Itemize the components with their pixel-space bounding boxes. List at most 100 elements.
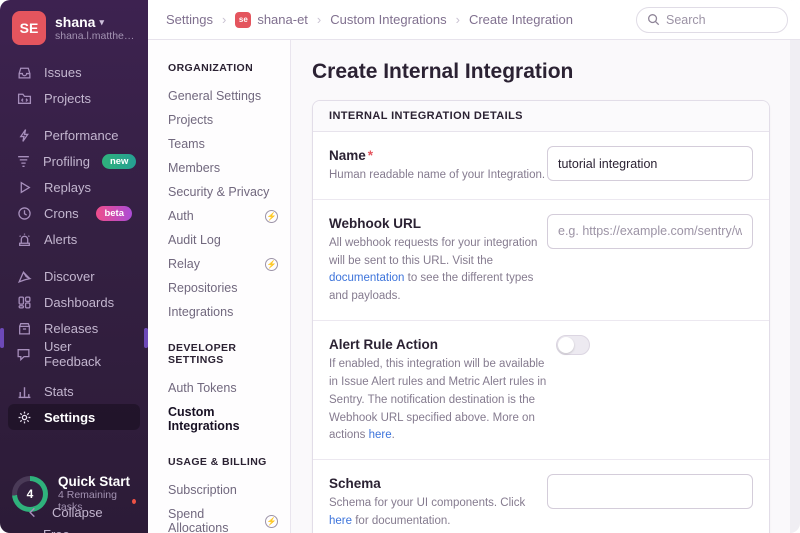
setnav-teams[interactable]: Teams <box>168 132 278 156</box>
avatar: SE <box>12 11 46 45</box>
webhook-url-help: All webhook requests for your integratio… <box>329 235 547 306</box>
setnav-spend-allocations[interactable]: Spend Allocations ⚡ <box>168 502 278 533</box>
setnav-projects[interactable]: Projects <box>168 108 278 132</box>
active-nav-indicator-left <box>0 328 4 348</box>
clock-icon <box>16 205 32 221</box>
search-input[interactable] <box>666 13 777 27</box>
inbox-icon <box>16 64 32 80</box>
gear-icon <box>16 409 32 425</box>
setnav-general-settings[interactable]: General Settings <box>168 84 278 108</box>
setnav-custom-integrations[interactable]: Custom Integrations <box>168 400 278 438</box>
user-name: shana <box>55 14 95 30</box>
sidebar-item-issues[interactable]: Issues <box>8 59 140 85</box>
sidebar-item-settings[interactable]: Settings <box>8 404 140 430</box>
search-icon <box>647 13 660 26</box>
compass-icon <box>16 268 32 284</box>
setnav-repositories[interactable]: Repositories <box>168 276 278 300</box>
setnav-integrations[interactable]: Integrations <box>168 300 278 324</box>
funnel-icon <box>16 153 31 169</box>
app-window: SE shana ▾ shana.l.matthews@… Issues Pro… <box>0 0 800 533</box>
chevron-left-icon <box>24 504 40 520</box>
schema-label: Schema <box>329 476 547 491</box>
sidebar-item-projects[interactable]: Projects <box>8 85 140 111</box>
topbar: Settings › se shana-et › Custom Integrat… <box>148 0 800 40</box>
schema-help: Schema for your UI components. Click her… <box>329 495 547 531</box>
sidebar-item-crons[interactable]: Crons beta <box>8 200 140 226</box>
required-asterisk: * <box>368 148 373 163</box>
webhook-url-input[interactable] <box>547 214 753 249</box>
sidebar-item-dashboards[interactable]: Dashboards <box>8 289 140 315</box>
integration-details-panel: INTERNAL INTEGRATION DETAILS Name* Human… <box>312 100 770 533</box>
breadcrumb: Settings › se shana-et › Custom Integrat… <box>166 12 573 28</box>
chevron-separator: › <box>456 12 460 27</box>
alert-rule-action-toggle[interactable] <box>556 335 590 355</box>
scrollbar[interactable] <box>790 40 800 533</box>
folder-code-icon <box>16 90 32 106</box>
field-row-webhook-url: Webhook URL All webhook requests for you… <box>313 199 769 320</box>
setnav-relay[interactable]: Relay ⚡ <box>168 252 278 276</box>
collapse-button[interactable]: Collapse <box>16 499 132 525</box>
name-label: Name <box>329 148 366 163</box>
sidebar-item-user-feedback[interactable]: User Feedback <box>8 341 140 367</box>
breadcrumb-create-integration[interactable]: Create Integration <box>469 12 573 27</box>
chevron-separator: › <box>222 12 226 27</box>
search-box[interactable] <box>636 7 788 33</box>
section-title-organization: ORGANIZATION <box>168 62 278 74</box>
webhook-url-label: Webhook URL <box>329 216 547 231</box>
setnav-subscription[interactable]: Subscription <box>168 478 278 502</box>
beta-badge: beta <box>96 206 132 221</box>
sidebar-item-replays[interactable]: Replays <box>8 174 140 200</box>
siren-icon <box>16 231 32 247</box>
sidebar-item-profiling[interactable]: Profiling new <box>8 148 140 174</box>
lightning-icon <box>16 127 32 143</box>
breadcrumb-custom-integrations[interactable]: Custom Integrations <box>330 12 446 27</box>
org-user-switcher[interactable]: SE shana ▾ shana.l.matthews@… <box>0 0 148 53</box>
field-row-name: Name* Human readable name of your Integr… <box>313 132 769 199</box>
sidebar-item-alerts[interactable]: Alerts <box>8 226 140 252</box>
setnav-auth[interactable]: Auth ⚡ <box>168 204 278 228</box>
chevron-separator: › <box>317 12 321 27</box>
field-row-alert-rule-action: Alert Rule Action If enabled, this integ… <box>313 320 769 459</box>
sidebar-item-discover[interactable]: Discover <box>8 263 140 289</box>
schema-input[interactable] <box>547 474 753 509</box>
page-title: Create Internal Integration <box>312 60 770 84</box>
speech-bubble-icon <box>16 346 32 362</box>
archive-box-icon <box>16 320 32 336</box>
new-badge: new <box>102 154 136 169</box>
name-help: Human readable name of your Integration. <box>329 167 547 185</box>
sidebar-item-free-trial[interactable]: Free Trial new <box>8 529 140 533</box>
power-feature-icon: ⚡ <box>265 210 278 223</box>
user-email: shana.l.matthews@… <box>55 30 136 42</box>
bar-chart-icon <box>16 383 32 399</box>
sidebar-item-stats[interactable]: Stats <box>8 378 140 404</box>
grid-icon <box>16 294 32 310</box>
sidebar: SE shana ▾ shana.l.matthews@… Issues Pro… <box>0 0 148 533</box>
sidebar-nav: Issues Projects Performance Profiling ne… <box>0 53 148 430</box>
org-avatar: se <box>235 12 251 28</box>
setnav-members[interactable]: Members <box>168 156 278 180</box>
power-feature-icon: ⚡ <box>265 515 278 528</box>
documentation-link[interactable]: documentation <box>329 272 404 284</box>
setnav-audit-log[interactable]: Audit Log <box>168 228 278 252</box>
name-input[interactable] <box>547 146 753 181</box>
power-feature-icon: ⚡ <box>265 258 278 271</box>
alert-rule-action-label: Alert Rule Action <box>329 337 554 352</box>
sidebar-item-performance[interactable]: Performance <box>8 122 140 148</box>
play-icon <box>16 179 32 195</box>
setnav-security-privacy[interactable]: Security & Privacy <box>168 180 278 204</box>
settings-nav: ORGANIZATION General Settings Projects T… <box>148 40 291 533</box>
breadcrumb-settings[interactable]: Settings <box>166 12 213 27</box>
section-title-developer-settings: DEVELOPER SETTINGS <box>168 342 278 366</box>
field-row-schema: Schema Schema for your UI components. Cl… <box>313 459 769 533</box>
schema-here-link[interactable]: here <box>329 515 352 527</box>
toggle-knob <box>558 337 574 353</box>
chevron-down-icon: ▾ <box>99 17 104 28</box>
setnav-auth-tokens[interactable]: Auth Tokens <box>168 376 278 400</box>
breadcrumb-org[interactable]: se shana-et <box>235 12 308 28</box>
main-content: Create Internal Integration INTERNAL INT… <box>291 40 800 533</box>
actions-here-link[interactable]: here <box>369 429 392 441</box>
quick-start-title: Quick Start <box>58 474 136 489</box>
panel-header: INTERNAL INTEGRATION DETAILS <box>313 101 769 132</box>
sidebar-item-releases[interactable]: Releases <box>8 315 140 341</box>
alert-rule-action-help: If enabled, this integration will be ava… <box>329 356 554 445</box>
